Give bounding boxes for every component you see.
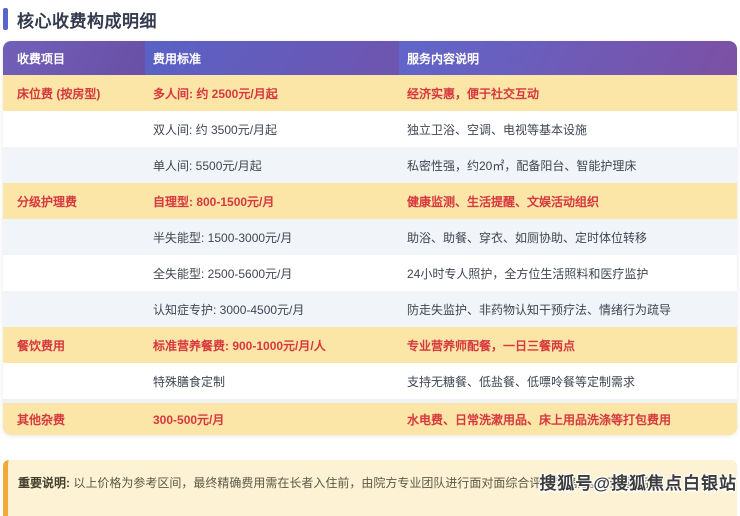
cell-service: 支持无糖餐、低盐餐、低嘌呤餐等定制需求: [399, 373, 737, 390]
cell-item: 其他杂费: [3, 411, 145, 428]
cell-service: 私密性强，约20㎡，配备阳台、智能护理床: [399, 157, 737, 174]
table-row: 特殊膳食定制支持无糖餐、低盐餐、低嘌呤餐等定制需求: [3, 363, 737, 399]
cell-service: 健康监测、生活提醒、文娱活动组织: [399, 193, 737, 210]
title-accent-bar: [3, 8, 8, 30]
cell-service: 24小时专人照护，全方位生活照料和医疗监护: [399, 265, 737, 282]
cell-service: 专业营养师配餐，一日三餐两点: [399, 337, 737, 354]
cell-fee: 半失能型: 1500-3000元/月: [145, 229, 399, 246]
column-header-service: 服务内容说明: [399, 41, 737, 75]
table-header-row: 收费项目 费用标准 服务内容说明: [3, 41, 737, 75]
cell-fee: 标准营养餐费: 900-1000元/月/人: [145, 337, 399, 354]
table-row: 认知症专护: 3000-4500元/月防走失监护、非药物认知干预疗法、情绪行为疏…: [3, 291, 737, 327]
cell-item: 分级护理费: [3, 193, 145, 210]
cell-fee: 双人间: 约 3500元/月起: [145, 121, 399, 138]
table-row: 床位费 (按房型)多人间: 约 2500元/月起经济实惠，便于社交互动: [3, 75, 737, 111]
fee-table: 收费项目 费用标准 服务内容说明 床位费 (按房型)多人间: 约 2500元/月…: [3, 41, 737, 435]
note-label: 重要说明:: [18, 476, 70, 490]
cell-fee: 单人间: 5500元/月起: [145, 157, 399, 174]
cell-service: 助浴、助餐、穿衣、如厕协助、定时体位转移: [399, 229, 737, 246]
cell-service: 独立卫浴、空调、电视等基本设施: [399, 121, 737, 138]
table-row: 餐饮费用标准营养餐费: 900-1000元/月/人专业营养师配餐，一日三餐两点: [3, 327, 737, 363]
cell-service: 防走失监护、非药物认知干预疗法、情绪行为疏导: [399, 301, 737, 318]
table-row: 双人间: 约 3500元/月起独立卫浴、空调、电视等基本设施: [3, 111, 737, 147]
cell-fee: 300-500元/月: [145, 411, 399, 428]
cell-service: 经济实惠，便于社交互动: [399, 85, 737, 102]
cell-item: 餐饮费用: [3, 337, 145, 354]
table-row: 半失能型: 1500-3000元/月助浴、助餐、穿衣、如厕协助、定时体位转移: [3, 219, 737, 255]
page-title: 核心收费构成明细: [17, 7, 157, 32]
table-row: 分级护理费自理型: 800-1500元/月健康监测、生活提醒、文娱活动组织: [3, 183, 737, 219]
cell-fee: 全失能型: 2500-5600元/月: [145, 265, 399, 282]
cell-fee: 自理型: 800-1500元/月: [145, 193, 399, 210]
table-row: 全失能型: 2500-5600元/月24小时专人照护，全方位生活照料和医疗监护: [3, 255, 737, 291]
column-header-fee: 费用标准: [145, 41, 399, 75]
page-header: 核心收费构成明细: [0, 0, 740, 32]
cell-item: 床位费 (按房型): [3, 85, 145, 102]
column-header-item: 收费项目: [3, 41, 145, 75]
table-row: 单人间: 5500元/月起私密性强，约20㎡，配备阳台、智能护理床: [3, 147, 737, 183]
table-body: 床位费 (按房型)多人间: 约 2500元/月起经济实惠，便于社交互动双人间: …: [3, 75, 737, 435]
cell-fee: 特殊膳食定制: [145, 373, 399, 390]
watermark: 搜狐号@搜狐焦点白银站: [539, 469, 737, 494]
cell-fee: 多人间: 约 2500元/月起: [145, 85, 399, 102]
cell-service: 水电费、日常洗漱用品、床上用品洗涤等打包费用: [399, 411, 737, 428]
cell-fee: 认知症专护: 3000-4500元/月: [145, 301, 399, 318]
table-row: 其他杂费300-500元/月水电费、日常洗漱用品、床上用品洗涤等打包费用: [3, 399, 737, 435]
